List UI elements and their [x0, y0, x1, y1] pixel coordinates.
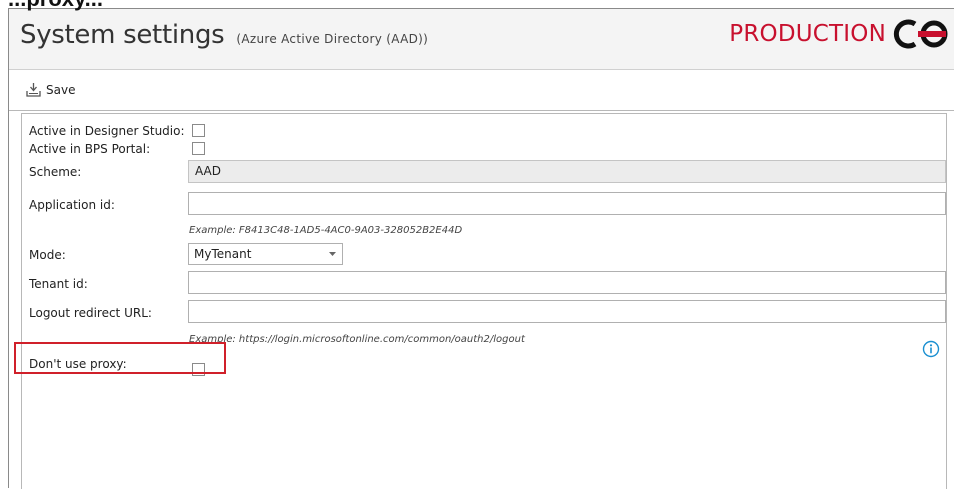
- brand-logo-icon: [893, 19, 948, 49]
- mode-select[interactable]: MyTenant: [188, 243, 343, 265]
- title-text: System settings: [20, 20, 225, 50]
- title-bar: System settings (Azure Active Directory …: [9, 9, 954, 70]
- tenant-id-input[interactable]: [188, 271, 946, 294]
- save-button[interactable]: Save: [21, 79, 79, 101]
- brand-text: PRODUCTION: [729, 21, 886, 47]
- save-label: Save: [46, 83, 76, 97]
- logout-url-hint: Example: https://login.microsoftonline.c…: [189, 334, 525, 345]
- application-id-hint: Example: F8413C48-1AD5-4AC0-9A03-328052B…: [189, 225, 463, 236]
- active-bps-label: Active in BPS Portal:: [29, 142, 151, 156]
- mode-value: MyTenant: [194, 247, 252, 261]
- application-id-label: Application id:: [29, 198, 115, 212]
- mode-label: Mode:: [29, 248, 66, 262]
- title-subtitle: (Azure Active Directory (AAD)): [236, 32, 429, 46]
- window-title: System settings (Azure Active Directory …: [20, 20, 428, 50]
- active-designer-checkbox[interactable]: [192, 124, 205, 137]
- application-id-input[interactable]: [188, 192, 946, 215]
- active-designer-label: Active in Designer Studio:: [29, 124, 185, 138]
- save-icon: [26, 83, 41, 97]
- page-heading: ...proxy...: [8, 0, 103, 12]
- toolbar: Save: [9, 70, 954, 111]
- proxy-highlight-box: [14, 342, 226, 374]
- settings-window: System settings (Azure Active Directory …: [8, 8, 954, 489]
- scheme-field: AAD: [188, 160, 946, 183]
- tenant-id-label: Tenant id:: [29, 277, 88, 291]
- settings-form: Active in Designer Studio: Active in BPS…: [21, 113, 947, 489]
- info-icon[interactable]: [922, 340, 940, 358]
- scheme-label: Scheme:: [29, 165, 82, 179]
- chevron-down-icon: [329, 252, 336, 256]
- logout-url-label: Logout redirect URL:: [29, 306, 152, 320]
- brand: PRODUCTION: [729, 19, 950, 49]
- logout-url-input[interactable]: [188, 300, 946, 323]
- active-bps-checkbox[interactable]: [192, 142, 205, 155]
